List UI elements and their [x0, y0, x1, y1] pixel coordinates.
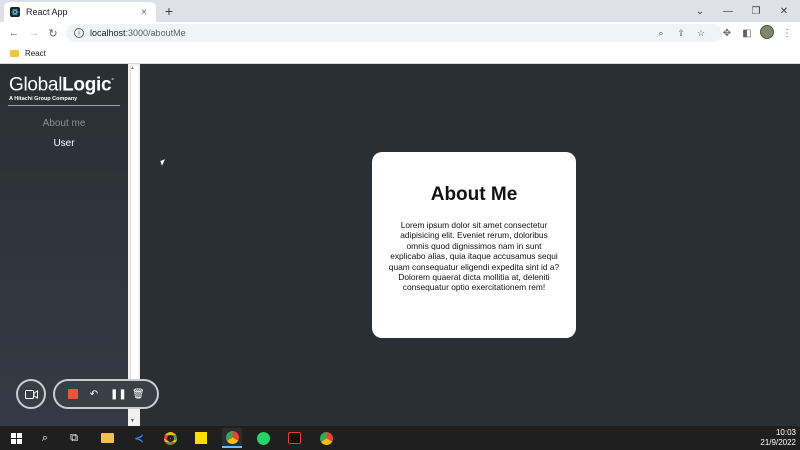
page-content: GlobalLogic° A Hitachi Group Company Abo… [0, 64, 800, 426]
folder-icon [10, 50, 19, 57]
tab-search-icon[interactable]: ⌄ [686, 0, 714, 22]
bookmark-star-icon[interactable]: ☆ [694, 26, 708, 40]
chrome-dev-icon[interactable] [222, 428, 242, 448]
site-info-icon[interactable]: i [74, 28, 84, 38]
profile-avatar[interactable] [760, 25, 774, 39]
url-host: localhost [90, 28, 126, 38]
share-icon[interactable]: ⇪ [674, 26, 688, 40]
minimize-icon[interactable]: — [714, 0, 742, 22]
url-path: :3000/aboutMe [125, 28, 186, 38]
sidebar-scrollbar[interactable]: ▲ ▼ [128, 64, 140, 426]
recording-controls: ↶ ❚❚ 🗑 [53, 379, 159, 409]
sidebar-item-about-me[interactable]: About me [0, 118, 128, 129]
menu-icon[interactable]: ⋮ [780, 26, 794, 40]
scrollbar-thumb[interactable] [130, 66, 138, 408]
logo-mark: ° [111, 78, 114, 85]
forward-icon[interactable]: → [26, 25, 42, 41]
window-close-icon[interactable]: ✕ [770, 0, 798, 22]
logo-text-bold: Logic [62, 74, 112, 96]
pause-icon[interactable]: ❚❚ [110, 389, 127, 400]
react-favicon-icon [10, 7, 20, 17]
reload-icon[interactable]: ↻ [45, 25, 61, 41]
scroll-up-icon[interactable]: ▲ [130, 65, 135, 71]
tab-close-icon[interactable]: × [138, 7, 150, 18]
restore-icon[interactable]: ❐ [742, 0, 770, 22]
delete-icon[interactable]: 🗑 [132, 389, 145, 400]
clock-time: 10:03 [775, 428, 796, 437]
sidebar: GlobalLogic° A Hitachi Group Company Abo… [0, 64, 128, 426]
scroll-down-icon[interactable]: ▼ [130, 418, 135, 424]
bookmark-react[interactable]: React [25, 49, 46, 58]
file-explorer-icon[interactable] [97, 428, 117, 448]
mouse-cursor-icon [160, 159, 167, 166]
sidebar-divider [8, 105, 120, 106]
windows-start-icon[interactable] [6, 428, 26, 448]
camera-icon [24, 389, 38, 399]
logo-text-regular: Global [9, 74, 63, 96]
browser-tab-strip: React App × + ⌄ — ❐ ✕ [0, 0, 800, 22]
card-body: Lorem ipsum dolor sit amet consectetur a… [388, 220, 560, 293]
chrome-icon[interactable] [160, 428, 180, 448]
tab-title: React App [26, 7, 68, 17]
windows-taskbar: ⌕ ⧉ ≺ 10:03 21/9/2022 [0, 426, 800, 450]
terminal-icon[interactable] [284, 428, 304, 448]
address-bar[interactable]: i localhost:3000/aboutMe [66, 24, 722, 42]
sticky-notes-icon[interactable] [191, 428, 211, 448]
stop-recording-button[interactable] [68, 389, 78, 399]
vscode-icon[interactable]: ≺ [129, 428, 149, 448]
chrome-profile-icon[interactable] [316, 428, 336, 448]
logo-tagline: A Hitachi Group Company [9, 96, 78, 103]
about-me-card: About Me Lorem ipsum dolor sit amet cons… [372, 152, 576, 338]
globallogic-logo: GlobalLogic° A Hitachi Group Company [9, 72, 121, 103]
system-clock[interactable]: 10:03 21/9/2022 [760, 428, 796, 448]
search-icon[interactable]: ⌕ [35, 428, 55, 448]
card-title: About Me [430, 184, 518, 205]
new-tab-button[interactable]: + [162, 3, 176, 19]
back-icon[interactable]: ← [6, 25, 22, 41]
task-view-icon[interactable]: ⧉ [64, 428, 84, 448]
whatsapp-icon[interactable] [253, 428, 273, 448]
browser-tab[interactable]: React App × [4, 2, 156, 22]
camera-button[interactable] [16, 379, 46, 409]
side-panel-icon[interactable]: ◧ [740, 26, 754, 40]
zoom-icon[interactable]: ⌕ [654, 26, 668, 40]
bookmarks-bar: React [0, 44, 800, 64]
undo-icon[interactable]: ↶ [88, 389, 100, 400]
sidebar-item-user[interactable]: User [0, 138, 128, 149]
extensions-icon[interactable]: ✥ [720, 26, 734, 40]
clock-date: 21/9/2022 [760, 438, 796, 447]
